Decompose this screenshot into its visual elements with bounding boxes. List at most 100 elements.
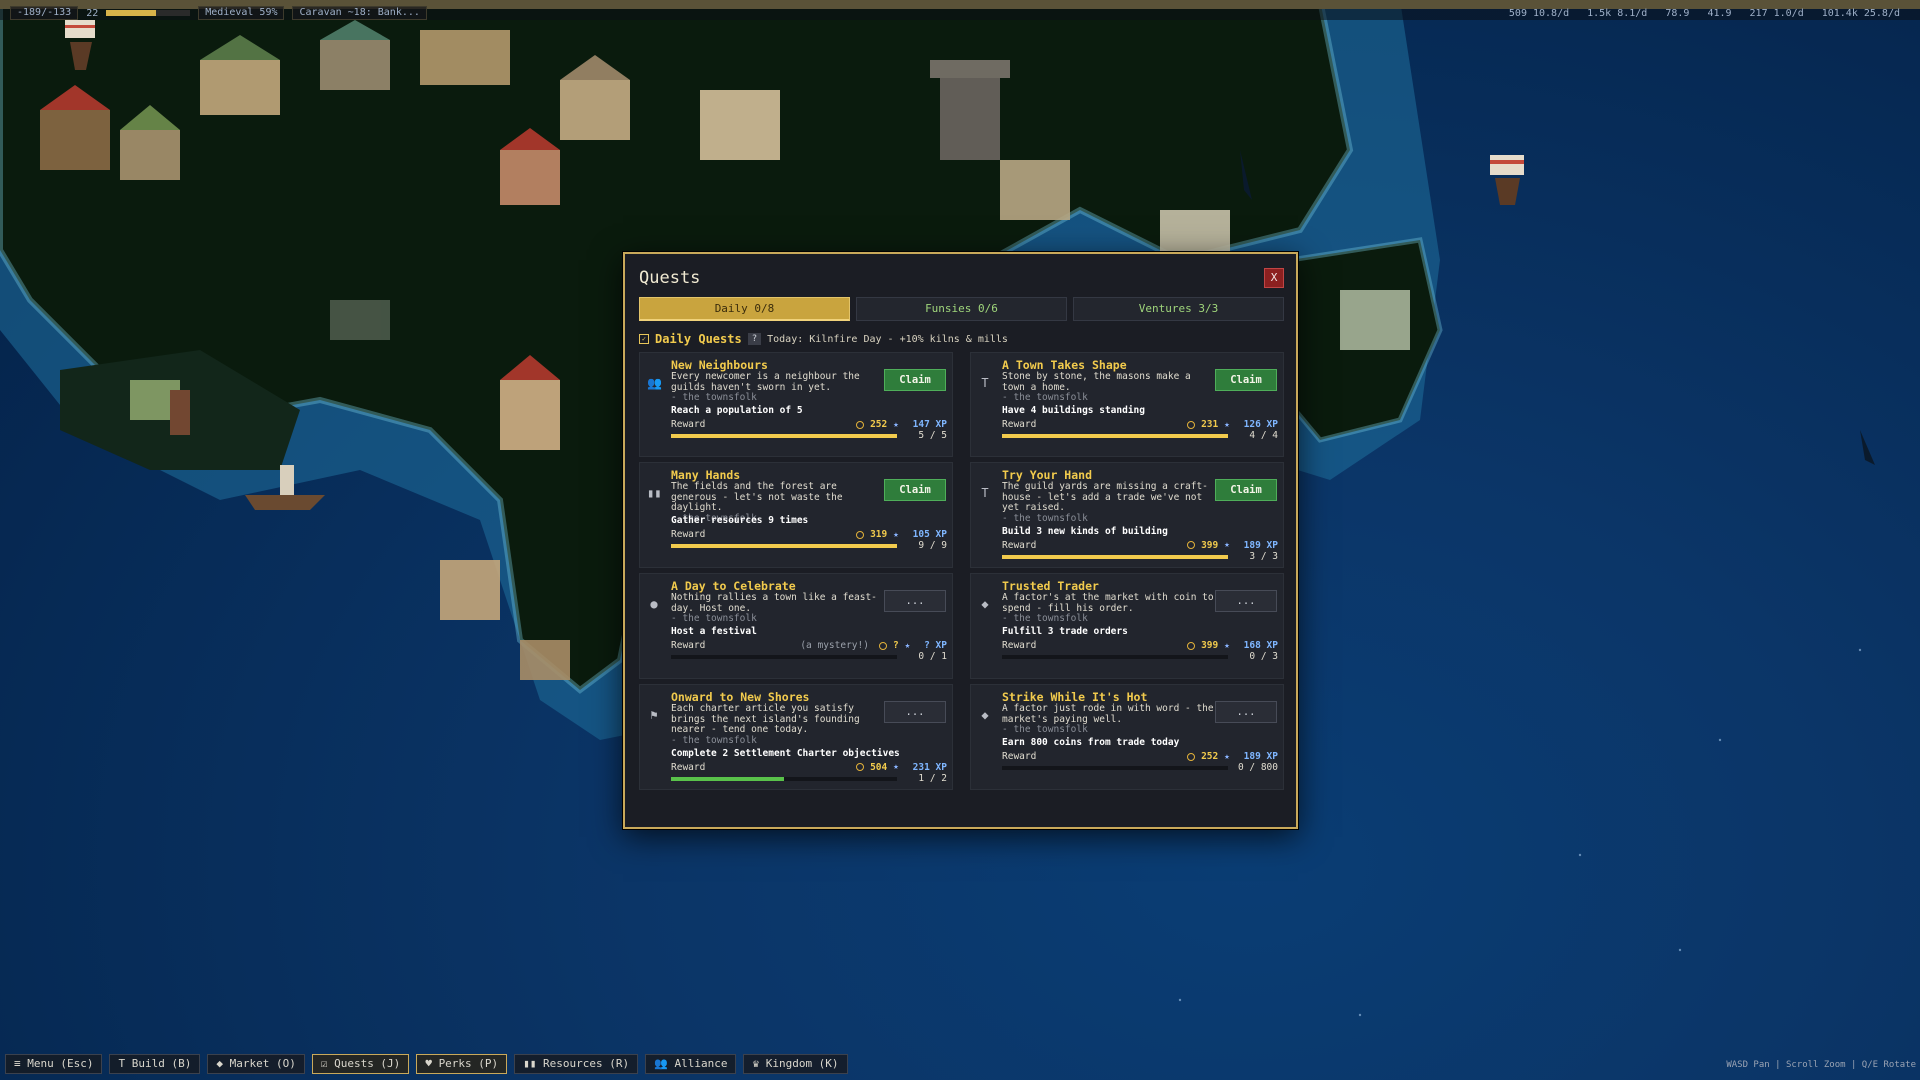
reward-coins: 399: [1201, 539, 1219, 551]
quest-card: T A Town Takes Shape Stone by stone, the…: [970, 352, 1284, 457]
nav-label: Build (B): [131, 1057, 192, 1070]
resource-stat: 1.5k 8.1/d: [1587, 8, 1648, 19]
close-button[interactable]: X: [1264, 268, 1284, 288]
quest-progress-fill: [671, 544, 897, 548]
reward-coins: 399: [1201, 640, 1219, 651]
quest-card: ● A Day to Celebrate Nothing rallies a t…: [639, 573, 953, 679]
quest-progress-fill: [1002, 554, 1228, 559]
quest-progress-text: 1 / 2: [918, 772, 947, 784]
tab-funsies[interactable]: Funsies 0/6: [856, 297, 1067, 321]
quest-options-button[interactable]: ...: [1215, 701, 1277, 723]
quest-title: Onward to New Shores: [671, 690, 810, 704]
coin-icon: [856, 763, 865, 771]
nav-label: Alliance: [674, 1057, 728, 1070]
quest-progress-text: 3 / 3: [1249, 550, 1278, 562]
quest-progress-bar: [671, 434, 897, 438]
quest-attribution: - the townsfolk: [1002, 392, 1088, 403]
caravan-chip[interactable]: Caravan ~18: Bank...: [292, 6, 427, 20]
nav-label: Market (O): [229, 1057, 296, 1070]
quest-progress-bar: [671, 776, 897, 781]
claim-button[interactable]: Claim: [1215, 479, 1277, 501]
reward-coins: 504: [870, 761, 888, 773]
quest-flavor-text: The guild yards are missing a craft-hous…: [1002, 481, 1208, 513]
quest-description: Every newcomer is a neighbour the guilds…: [671, 371, 887, 404]
star-icon: ★: [1224, 640, 1230, 651]
reward-coins: 319: [870, 529, 888, 540]
section-title: Daily Quests: [655, 332, 742, 346]
tag-icon: ◆: [981, 708, 989, 722]
quest-flavor-text: A factor's at the market with coin to sp…: [1002, 592, 1214, 614]
quest-attribution: - the townsfolk: [1002, 512, 1088, 524]
bottom-bar: ≡ Menu (Esc) T Build (B) ◆ Market (O) ☑ Que…: [0, 1050, 1920, 1080]
era-chip[interactable]: Medieval 59%: [198, 6, 285, 20]
today-bonus-text: Today: Kilnfire Day - +10% kilns & mills: [767, 333, 1008, 345]
nav-resources-button[interactable]: ▮▮ Resources (R): [514, 1054, 639, 1074]
tag-icon: ◆: [216, 1057, 223, 1070]
quest-options-button[interactable]: ...: [884, 590, 946, 612]
nav-perks-button[interactable]: ♥ Perks (P): [416, 1054, 508, 1074]
quest-attribution: - the townsfolk: [671, 392, 757, 403]
reward-label: Reward: [1002, 539, 1037, 551]
quest-progress-bar: [671, 544, 897, 548]
reward-coins: 252: [1201, 751, 1219, 762]
nav-build-button[interactable]: T Build (B): [109, 1054, 201, 1074]
claim-button[interactable]: Claim: [884, 479, 946, 501]
nav-label: Quests (J): [334, 1057, 401, 1070]
quest-tabs: Daily 0/8 Funsies 0/6 Ventures 3/3: [639, 297, 1284, 321]
quest-options-button[interactable]: ...: [884, 701, 946, 723]
quest-progress-bar: [671, 655, 897, 659]
claim-button[interactable]: Claim: [884, 369, 946, 391]
reward-xp: 189 XP: [1243, 751, 1278, 762]
help-button[interactable]: ?: [747, 333, 762, 345]
tab-daily[interactable]: Daily 0/8: [639, 297, 850, 321]
quest-progress-bar: [1002, 655, 1228, 659]
reward-coins: 252: [870, 419, 888, 430]
hammer-icon: T: [118, 1057, 126, 1070]
hammer-icon: T: [981, 376, 989, 390]
quest-objective: Host a festival: [671, 626, 757, 637]
quest-title: Trusted Trader: [1002, 579, 1099, 593]
reward-row: Reward 399 ★ 168 XP: [1002, 640, 1278, 652]
reward-xp: 189 XP: [1243, 539, 1278, 551]
nav-label: Menu (Esc): [27, 1057, 94, 1070]
quest-description: Each charter article you satisfy brings …: [671, 703, 887, 746]
quest-flavor-text: Stone by stone, the masons make a town a…: [1002, 371, 1191, 393]
reward-label: Reward: [1002, 640, 1037, 651]
claim-button[interactable]: Claim: [1215, 369, 1277, 391]
nav-quests-button[interactable]: ☑ Quests (J): [311, 1054, 410, 1074]
coin-icon: [1187, 420, 1196, 429]
reward-label: Reward: [1002, 419, 1037, 430]
crown-icon: ♛: [752, 1057, 760, 1070]
quest-progress-text: 4 / 4: [1249, 430, 1278, 441]
hammer-icon: T: [981, 486, 989, 500]
quest-description: A factor's at the market with coin to sp…: [1002, 592, 1218, 625]
quest-options-button[interactable]: ...: [1215, 590, 1277, 612]
heart-icon: ♥: [425, 1057, 432, 1070]
nav-kingdom-button[interactable]: ♛ Kingdom (K): [743, 1054, 848, 1074]
tab-ventures[interactable]: Ventures 3/3: [1073, 297, 1284, 321]
nav-menu-button[interactable]: ≡ Menu (Esc): [5, 1054, 103, 1074]
star-icon: ★: [1224, 540, 1230, 550]
nav-label: Kingdom (K): [765, 1057, 839, 1070]
reward-row: Reward 504 ★ 231 XP: [671, 762, 947, 774]
reward-xp: 231 XP: [912, 761, 947, 773]
quest-title: A Town Takes Shape: [1002, 358, 1127, 372]
quest-card: ⚑ Onward to New Shores Each charter arti…: [639, 684, 953, 790]
dialog-title: Quests: [639, 268, 701, 288]
quest-attribution: - the townsfolk: [671, 613, 757, 624]
tag-icon: ◆: [981, 597, 989, 611]
reward-xp: ? XP: [924, 640, 947, 651]
nav-market-button[interactable]: ◆ Market (O): [207, 1054, 305, 1074]
coin-icon: [1187, 541, 1196, 549]
quest-title: Strike While It's Hot: [1002, 690, 1148, 704]
nav-alliance-button[interactable]: 👥 Alliance: [645, 1054, 737, 1074]
quest-attribution: - the townsfolk: [671, 734, 757, 746]
quest-progress-text: 0 / 800: [1237, 762, 1278, 773]
quest-progress-fill: [671, 434, 897, 438]
quest-grid: 👥 New Neighbours Every newcomer is a nei…: [639, 352, 1284, 790]
reward-label: Reward: [671, 529, 706, 540]
population-readout: 22: [86, 7, 99, 19]
reward-label: Reward: [671, 640, 706, 651]
ship-icon: [1490, 155, 1524, 205]
reward-label: Reward: [671, 419, 706, 430]
